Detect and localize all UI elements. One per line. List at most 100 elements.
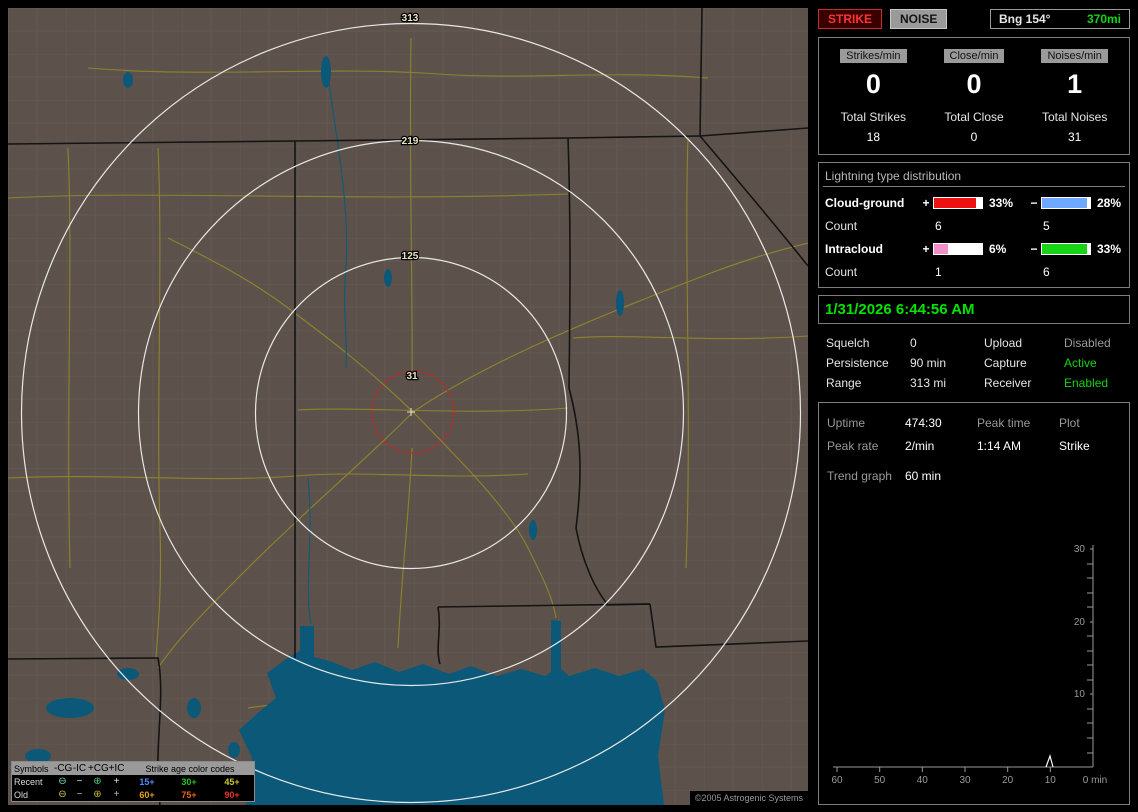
squelch-label: Squelch xyxy=(826,336,870,350)
peak-rate-value: 2/min xyxy=(905,438,935,453)
neg-ic-old-icon: − xyxy=(76,789,83,800)
bearing-value: Bng 154° xyxy=(999,12,1051,26)
strikes-rate-col: Strikes/min 0 Total Strikes 18 xyxy=(823,48,924,144)
trend-label-row: Trend graph 60 min xyxy=(827,464,1121,487)
total-close-value: 0 xyxy=(970,130,978,144)
settings-row: Range 313 mi Receiver Enabled xyxy=(818,373,1130,393)
strike-button[interactable]: STRIKE xyxy=(818,9,883,29)
ic-positive-pct: 6% xyxy=(989,241,1007,256)
plus-sign: + xyxy=(922,195,930,210)
x-tick-40: 40 xyxy=(917,775,929,786)
x-tick-60: 60 xyxy=(831,775,843,786)
range-value: 313 mi xyxy=(910,376,947,390)
uptime-label: Uptime xyxy=(827,415,866,430)
close-per-min-badge: Close/min xyxy=(943,49,1005,63)
intracloud-row: Intracloud + 6% − 33% xyxy=(823,237,1125,260)
neg-cg-old-icon: ⊖ xyxy=(58,789,67,800)
age-90: 90+ xyxy=(224,789,240,800)
pos-cg-old-icon: ⊕ xyxy=(93,789,102,800)
legend-symbols-header: Symbols xyxy=(14,763,49,774)
y-tick-20: 20 xyxy=(1074,617,1086,628)
ic-negative-count: 6 xyxy=(1043,264,1050,279)
age-60: 60+ xyxy=(139,789,155,800)
ic-positive-count: 1 xyxy=(935,264,942,279)
uptime-value: 474:30 xyxy=(905,415,942,430)
trend-axes xyxy=(833,545,1094,772)
distribution-title: Lightning type distribution xyxy=(823,169,1125,187)
rates-box: Strikes/min 0 Total Strikes 18 Close/min… xyxy=(818,37,1130,155)
receiver-status: Enabled xyxy=(1064,376,1109,390)
trend-graph-wrap: 30 20 10 60 50 40 30 20 10 0 min xyxy=(827,537,1121,796)
legend-row-label: Old xyxy=(14,789,29,800)
squelch-value: 0 xyxy=(910,336,917,350)
close-per-min-value: 0 xyxy=(966,69,982,99)
pos-ic-old-icon: + xyxy=(113,789,120,800)
total-strikes-label: Total Strikes xyxy=(840,110,907,124)
ic-negative-bar xyxy=(1041,242,1091,255)
x-tick-10: 10 xyxy=(1045,775,1057,786)
performance-box: Uptime 474:30 Peak time Plot Peak rate 2… xyxy=(818,402,1130,805)
trend-graph-label: Trend graph xyxy=(827,468,892,483)
total-strikes-value: 18 xyxy=(866,130,881,144)
map-legend: Symbols -CG -IC +CG +IC Strike age color… xyxy=(11,761,255,802)
cloud-ground-count-row: Count 6 5 xyxy=(823,214,1125,237)
age-45: 45+ xyxy=(224,776,240,787)
age-15: 15+ xyxy=(139,776,155,787)
intracloud-label: Intracloud xyxy=(825,241,884,256)
ring-label-313: 313 xyxy=(402,13,419,24)
total-noises-value: 31 xyxy=(1068,130,1082,144)
map[interactable]: 313 219 125 31 xyxy=(8,8,808,805)
legend-col-neg-cg: -CG xyxy=(54,763,73,774)
pos-ic-recent-icon: + xyxy=(113,776,120,787)
persistence-label: Persistence xyxy=(826,356,889,370)
neg-cg-recent-icon: ⊖ xyxy=(58,776,67,787)
y-tick-30: 30 xyxy=(1074,544,1086,555)
cg-negative-bar xyxy=(1041,196,1091,209)
app-window: 313 219 125 31 Symbols -CG -IC +CG +IC S… xyxy=(0,0,1138,812)
legend-row-label: Recent xyxy=(14,776,43,787)
ring-label-31: 31 xyxy=(406,371,418,382)
status-panel: STRIKE NOISE Bng 154° 370mi Strikes/min … xyxy=(818,8,1130,805)
perf-header-row: Uptime 474:30 Peak time Plot xyxy=(827,411,1121,434)
origin-label: 0 min xyxy=(1083,775,1107,786)
minus-sign: − xyxy=(1030,195,1038,210)
capture-label: Capture xyxy=(984,356,1027,370)
legend-row-recent: Recent ⊖ − ⊕ + 15+ 30+ 45+ xyxy=(12,775,254,788)
pos-cg-recent-icon: ⊕ xyxy=(93,776,102,787)
x-tick-50: 50 xyxy=(874,775,886,786)
trend-graph-period: 60 min xyxy=(905,468,942,483)
neg-ic-recent-icon: − xyxy=(76,776,83,787)
settings-row: Persistence 90 min Capture Active xyxy=(818,353,1130,373)
peak-rate-label: Peak rate xyxy=(827,438,879,453)
settings-row: Squelch 0 Upload Disabled xyxy=(818,333,1130,353)
peak-time-label: Peak time xyxy=(977,415,1031,430)
total-close-label: Total Close xyxy=(944,110,1004,124)
persistence-value: 90 min xyxy=(910,356,947,370)
timestamp-box: 1/31/2026 6:44:56 AM xyxy=(818,295,1130,324)
legend-row-old: Old ⊖ − ⊕ + 60+ 75+ 90+ xyxy=(12,788,254,801)
plot-label: Plot xyxy=(1059,415,1080,430)
cg-negative-pct: 28% xyxy=(1097,195,1122,210)
noise-button[interactable]: NOISE xyxy=(890,9,948,29)
receiver-label: Receiver xyxy=(984,376,1032,390)
intracloud-count-row: Count 1 6 xyxy=(823,260,1125,283)
close-rate-col: Close/min 0 Total Close 0 xyxy=(924,48,1025,144)
count-label: Count xyxy=(825,264,858,279)
peak-time-value: 1:14 AM xyxy=(977,438,1022,453)
legend-age-header: Strike age color codes xyxy=(145,763,235,774)
total-noises-label: Total Noises xyxy=(1041,110,1108,124)
count-label: Count xyxy=(825,218,858,233)
plot-value: Strike xyxy=(1059,438,1090,453)
age-75: 75+ xyxy=(181,789,197,800)
ic-positive-bar xyxy=(933,242,983,255)
trend-graph: 30 20 10 60 50 40 30 20 10 0 min xyxy=(831,544,1107,786)
cg-positive-count: 6 xyxy=(935,218,942,233)
cloud-ground-row: Cloud-ground + 33% − 28% xyxy=(823,191,1125,214)
legend-col-pos-ic: +IC xyxy=(108,763,125,774)
ic-negative-pct: 33% xyxy=(1097,241,1122,256)
x-tick-30: 30 xyxy=(959,775,971,786)
strikes-per-min-badge: Strikes/min xyxy=(840,49,907,63)
age-30: 30+ xyxy=(181,776,197,787)
minus-sign: − xyxy=(1030,241,1038,256)
cg-positive-pct: 33% xyxy=(989,195,1014,210)
